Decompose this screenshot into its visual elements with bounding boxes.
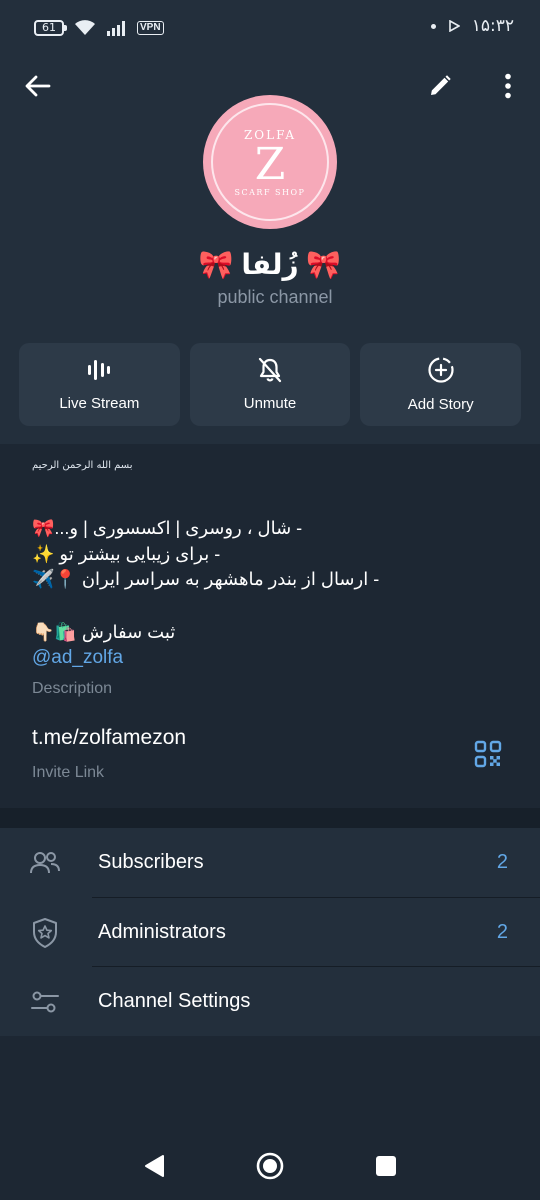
zolfa-logo: ZOLFA Z SCARF SHOP — [211, 103, 329, 221]
profile-header: ZOLFA Z SCARF SHOP 🎀 زُلفا 🎀 public chan… — [0, 56, 540, 444]
description-caption: Description — [32, 680, 113, 697]
description-line: - ارسال از بندر ماهشهر به سراسر ایران 📍✈… — [32, 569, 380, 589]
channel-type: public channel — [217, 287, 333, 307]
battery-icon: 61 — [34, 20, 67, 36]
nav-recents-button[interactable] — [370, 1150, 402, 1182]
pencil-icon — [431, 75, 451, 95]
unmute-label: Unmute — [243, 395, 297, 412]
description-line: ثبت سفارش 🛍️👇🏻 — [32, 621, 176, 642]
sliders-icon — [28, 985, 62, 1019]
arrow-left-icon — [25, 75, 51, 97]
subscribers-label: Subscribers — [98, 851, 204, 874]
channel-settings-row[interactable]: Channel Settings — [0, 967, 540, 1037]
invite-link[interactable]: t.me/zolfamezon — [32, 726, 186, 750]
status-icons-right: ۱۵:۳۲ — [430, 16, 514, 36]
status-bar: 61 VPN ۱۵:۳۲ — [0, 0, 540, 56]
system-navigation-bar — [0, 1130, 540, 1200]
home-circle-icon — [256, 1152, 284, 1180]
wifi-icon — [75, 20, 95, 35]
subscribers-row[interactable]: Subscribers 2 — [0, 828, 540, 898]
channel-description[interactable]: - شال ، روسری | اکسسوری | و...🎀 - برای ز… — [32, 516, 508, 671]
basmala-calligraphy: بسم الله الرحمن الرحیم — [32, 460, 133, 471]
description-line: - برای زیبایی بیشتر تو ✨ — [32, 543, 221, 564]
vpn-badge: VPN — [137, 21, 164, 35]
add-story-icon — [428, 357, 454, 383]
live-stream-button[interactable]: Live Stream — [19, 343, 180, 426]
add-story-label: Add Story — [407, 396, 474, 413]
signal-icon — [107, 21, 125, 36]
add-story-button[interactable]: Add Story — [360, 343, 522, 426]
channel-settings-label: Channel Settings — [98, 990, 251, 1013]
subscribers-count: 2 — [496, 851, 508, 874]
live-stream-label: Live Stream — [59, 395, 140, 412]
nav-home-button[interactable] — [254, 1150, 286, 1182]
admin-mention-link[interactable]: @ad_zolfa — [32, 645, 508, 671]
notification-dot-icon — [430, 23, 436, 29]
status-icons-left: 61 VPN — [34, 19, 164, 37]
invite-link-caption: Invite Link — [32, 764, 105, 781]
channel-management-list: Subscribers 2 Administrators 2 Channel S… — [0, 828, 540, 1036]
logo-letter: Z — [254, 138, 286, 190]
nav-back-button[interactable] — [138, 1150, 170, 1182]
administrators-label: Administrators — [98, 920, 226, 943]
channel-name: 🎀 زُلفا 🎀 — [198, 249, 342, 280]
bell-off-icon — [258, 357, 282, 383]
administrators-count: 2 — [496, 920, 508, 943]
square-recents-icon — [376, 1156, 396, 1176]
description-line: - شال ، روسری | اکسسوری | و...🎀 — [32, 518, 303, 538]
play-store-icon — [448, 20, 460, 32]
people-icon — [28, 846, 62, 880]
shield-star-icon — [28, 916, 62, 950]
edit-button[interactable] — [420, 66, 460, 106]
action-buttons: Live Stream Unmute Add Story — [19, 343, 522, 426]
live-stream-icon — [88, 360, 111, 380]
qr-code-button[interactable] — [474, 740, 506, 772]
battery-level: 61 — [42, 21, 56, 34]
clock: ۱۵:۳۲ — [471, 16, 514, 36]
back-button[interactable] — [18, 66, 58, 106]
channel-avatar[interactable]: ZOLFA Z SCARF SHOP — [203, 95, 337, 229]
channel-info-screen: 61 VPN ۱۵:۳۲ ZOLFA Z SCARF SHOP 🎀 زُلفا … — [0, 0, 540, 1200]
unmute-button[interactable]: Unmute — [189, 343, 351, 426]
administrators-row[interactable]: Administrators 2 — [0, 898, 540, 967]
more-vertical-icon — [505, 73, 511, 99]
section-divider — [0, 808, 540, 828]
qr-code-icon — [474, 740, 502, 768]
triangle-back-icon — [145, 1155, 164, 1177]
logo-bottom-text: SCARF SHOP — [234, 187, 306, 197]
more-options-button[interactable] — [488, 66, 528, 106]
description-blank-line — [32, 593, 508, 620]
channel-info-section: بسم الله الرحمن الرحیم - شال ، روسری | ا… — [0, 444, 540, 808]
